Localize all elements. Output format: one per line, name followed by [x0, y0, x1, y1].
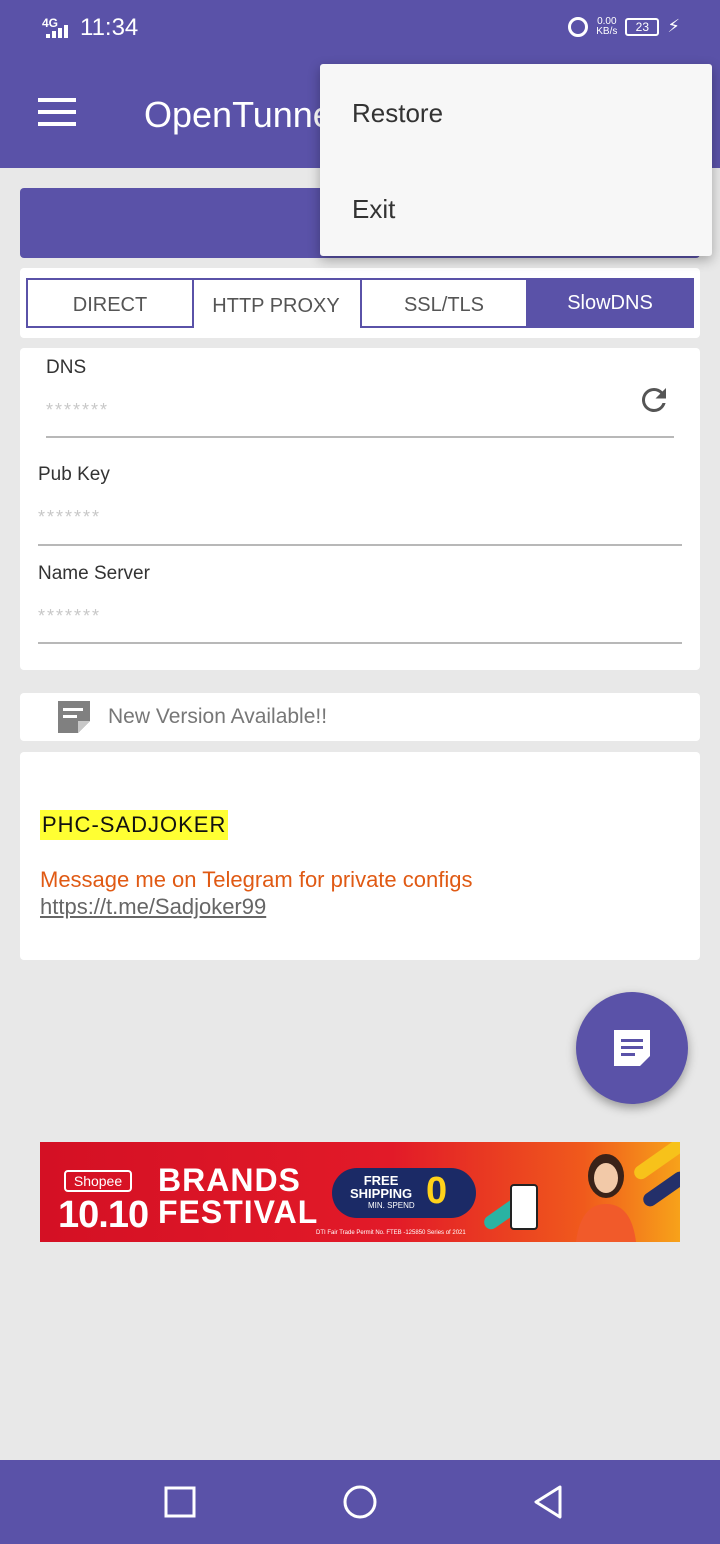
- battery-level: 23: [635, 19, 650, 34]
- clock: 11:34: [80, 14, 139, 41]
- hamburger-menu-icon[interactable]: [38, 98, 76, 126]
- dns-field[interactable]: *******: [46, 400, 109, 421]
- tab-http-proxy[interactable]: HTTP PROXY: [192, 278, 360, 328]
- battery-icon: 23: [625, 17, 660, 36]
- name-server-underline: [38, 642, 682, 644]
- menu-item-exit[interactable]: Exit: [352, 194, 395, 225]
- pub-key-label: Pub Key: [38, 464, 110, 485]
- banner-date: 10.10: [58, 1194, 149, 1236]
- free-shipping-badge: FREE SHIPPING 0 MIN. SPEND: [332, 1168, 476, 1218]
- name-server-field[interactable]: *******: [38, 606, 101, 627]
- signal-icon: 4G: [42, 16, 74, 40]
- message-text: Message me on Telegram for private confi…: [40, 867, 473, 892]
- phone-graphic: [510, 1184, 538, 1230]
- charging-icon: ⚡: [667, 16, 680, 36]
- permit-text: DTI Fair Trade Permit No. FTEB -125850 S…: [316, 1230, 466, 1236]
- model-graphic: [576, 1154, 636, 1242]
- pub-key-field[interactable]: *******: [38, 507, 101, 528]
- new-version-text: New Version Available!!: [108, 705, 328, 728]
- banner-headline: BRANDS FESTIVAL: [158, 1162, 319, 1230]
- dns-underline: [46, 436, 674, 438]
- telegram-link[interactable]: https://t.me/Sadjoker99: [40, 894, 266, 920]
- tab-ssl-tls[interactable]: SSL/TLS: [360, 278, 528, 328]
- status-bar: 4G 11:34 0.00 KB/s 23 ⚡: [0, 0, 720, 60]
- back-triangle-icon[interactable]: [530, 1484, 566, 1520]
- name-server-label: Name Server: [38, 563, 150, 584]
- ad-banner[interactable]: Shopee 10.10 BRANDS FESTIVAL FREE SHIPPIN…: [40, 1142, 680, 1242]
- app-title: OpenTunnel: [144, 94, 341, 135]
- home-circle-icon[interactable]: [342, 1484, 378, 1520]
- recents-square-icon[interactable]: [162, 1484, 198, 1520]
- message-card: PHC-SADJOKER Message me on Telegram for …: [20, 752, 700, 960]
- alarm-icon: [568, 16, 589, 37]
- connection-mode-tabs: DIRECT HTTP PROXY SSL/TLS SlowDNS: [20, 268, 700, 338]
- pub-key-underline: [38, 544, 682, 546]
- overflow-menu: Restore Exit: [320, 64, 712, 256]
- network-speed: 0.00 KB/s: [596, 15, 618, 37]
- new-version-notice[interactable]: New Version Available!!: [20, 693, 700, 741]
- menu-item-restore[interactable]: Restore: [352, 98, 443, 129]
- tab-direct[interactable]: DIRECT: [26, 278, 194, 328]
- log-fab-button[interactable]: [576, 992, 688, 1104]
- document-icon: [614, 1030, 650, 1066]
- config-tag: PHC-SADJOKER: [40, 810, 229, 840]
- note-icon: [58, 701, 90, 733]
- slowdns-form: DNS ******* Pub Key ******* Name Server …: [20, 348, 700, 670]
- system-nav-bar: [0, 1460, 720, 1544]
- shopee-logo: Shopee: [64, 1170, 132, 1192]
- refresh-icon[interactable]: [636, 382, 672, 418]
- tab-slowdns[interactable]: SlowDNS: [526, 278, 694, 328]
- dns-label: DNS: [46, 357, 87, 378]
